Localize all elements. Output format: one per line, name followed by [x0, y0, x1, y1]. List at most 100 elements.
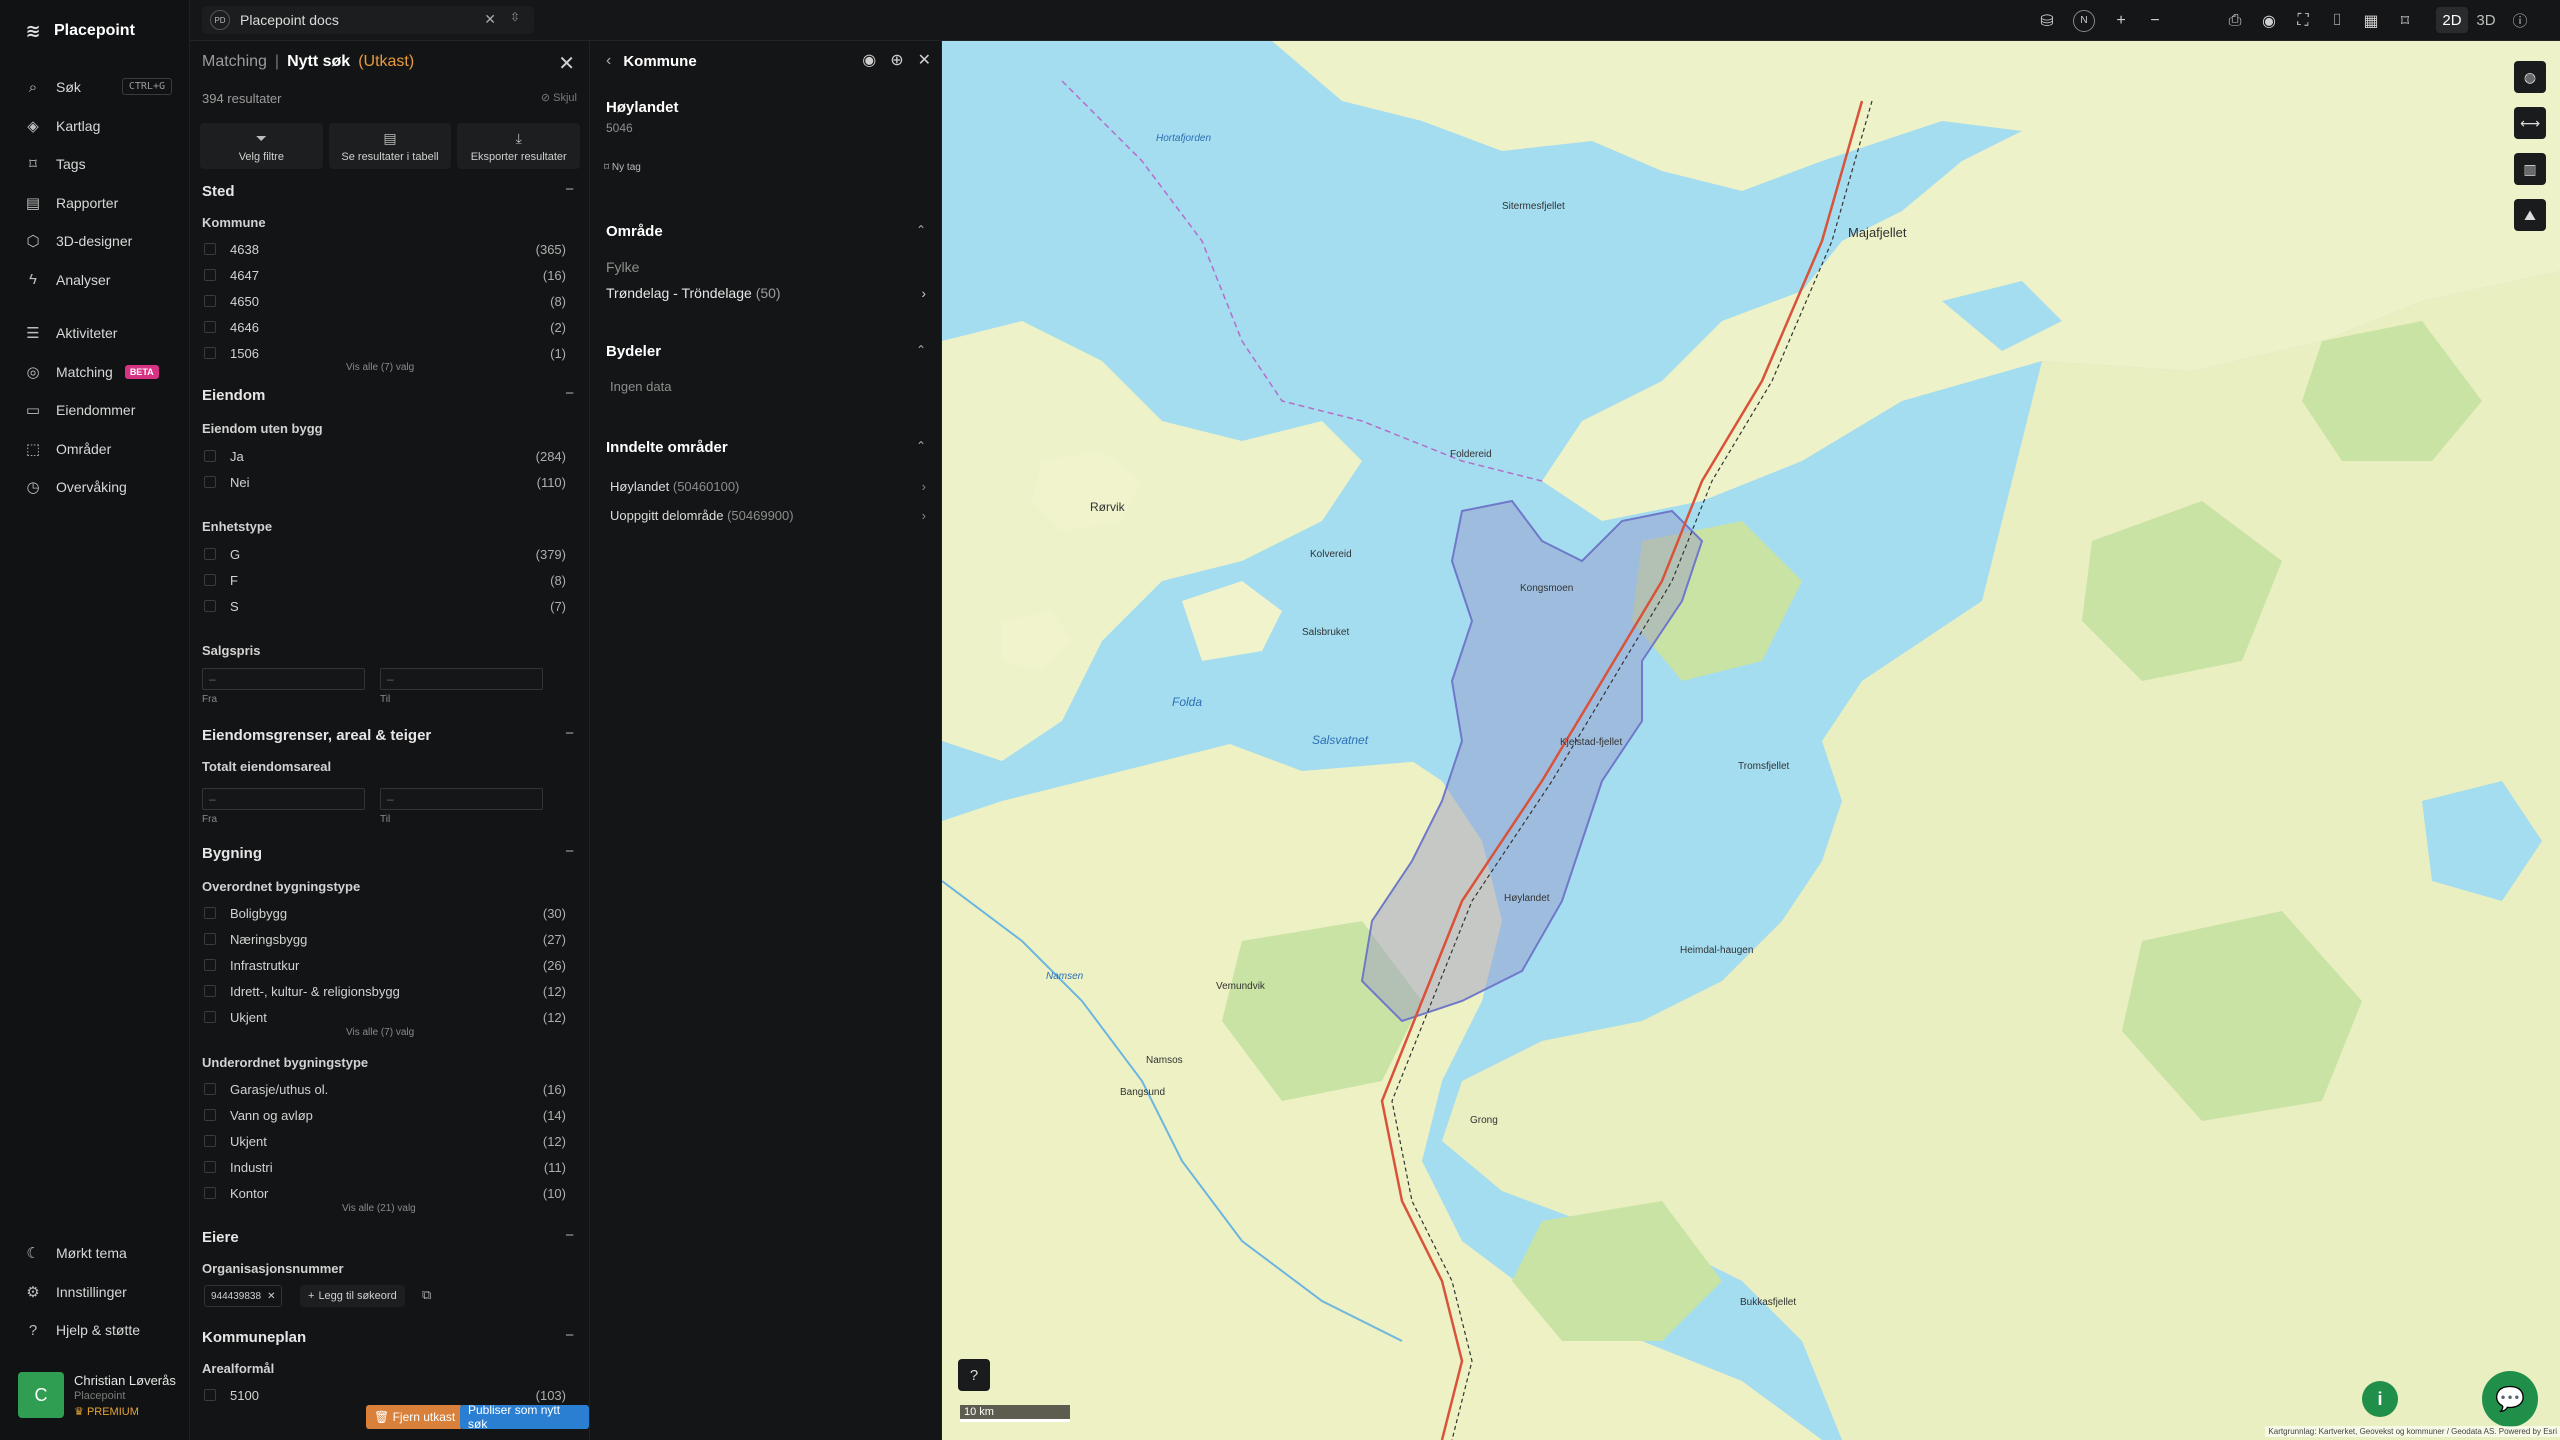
collapse-icon[interactable]: −	[565, 1327, 574, 1344]
option-row[interactable]: 4650 (8)	[204, 291, 566, 311]
option-row[interactable]: Ukjent (12)	[204, 1007, 566, 1027]
publish-search-button[interactable]: Publiser som nytt søk	[460, 1403, 589, 1431]
checkbox[interactable]	[204, 600, 216, 612]
close-icon[interactable]: ✕	[558, 51, 575, 76]
collapse-icon[interactable]: −	[565, 725, 574, 742]
view-table-button[interactable]: ▤ Se resultater i tabell	[328, 123, 452, 169]
section-grenser[interactable]: Eiendomsgrenser, areal & teiger −	[202, 725, 578, 744]
chevron-updown-icon[interactable]: ⇳	[510, 10, 520, 24]
option-row[interactable]: G (379)	[204, 544, 566, 564]
ruler-tool-button[interactable]: ⟷	[2514, 107, 2546, 139]
areal-to-input[interactable]: –	[380, 788, 543, 810]
option-row[interactable]: Kontor (10)	[204, 1183, 566, 1203]
sidebar-item-settings[interactable]: ⚙ Innstillinger	[0, 1273, 190, 1312]
option-row[interactable]: F (8)	[204, 570, 566, 590]
section-inndelte[interactable]: Inndelte områder ⌃	[606, 439, 926, 456]
list-item[interactable]: Høylandet (50460100) ›	[610, 479, 926, 494]
checkbox[interactable]	[204, 933, 216, 945]
option-row[interactable]: Infrastrutkur (26)	[204, 955, 566, 975]
section-bydeler[interactable]: Bydeler ⌃	[606, 343, 926, 360]
checkbox[interactable]	[204, 1083, 216, 1095]
document-tab[interactable]: PD Placepoint docs ✕ ⇳	[202, 6, 534, 34]
option-row[interactable]: 4646 (2)	[204, 317, 566, 337]
keyword-chip[interactable]: 944439838 ✕	[204, 1285, 283, 1307]
section-omrade[interactable]: Område ⌃	[606, 223, 926, 240]
breadcrumb[interactable]: Matching	[202, 53, 267, 71]
sidebar-item-properties[interactable]: ▭ Eiendommer	[0, 391, 190, 430]
copy-icon[interactable]: ⧉	[422, 1287, 431, 1303]
eye-icon[interactable]: ◉	[862, 50, 876, 70]
grid-icon[interactable]: ▦	[2354, 11, 2388, 31]
option-row[interactable]: 4638 (365)	[204, 239, 566, 259]
option-row[interactable]: Boligbygg (30)	[204, 903, 566, 923]
sidebar-item-tags[interactable]: ⌑ Tags	[0, 145, 190, 184]
zoom-in-icon[interactable]: +	[2104, 12, 2138, 30]
map-view[interactable]: Hortafjorden Sitermesfjellet Majafjellet…	[942, 41, 2560, 1440]
checkbox[interactable]	[204, 959, 216, 971]
option-row[interactable]: Ja (284)	[204, 446, 566, 466]
collapse-icon[interactable]: −	[565, 385, 574, 402]
areal-from-input[interactable]: –	[202, 788, 365, 810]
sidebar-item-reports[interactable]: ▤ Rapporter	[0, 184, 190, 223]
option-row[interactable]: Nei (110)	[204, 472, 566, 492]
checkbox[interactable]	[204, 1389, 216, 1401]
option-row[interactable]: Ukjent (12)	[204, 1131, 566, 1151]
camera-icon[interactable]: ⌷	[2320, 12, 2354, 30]
chat-button[interactable]: 💬	[2482, 1371, 2538, 1427]
option-row[interactable]: Næringsbygg (27)	[204, 929, 566, 949]
sidebar-item-matching[interactable]: ◎ Matching BETA	[0, 353, 190, 392]
show-all-link[interactable]: Vis alle (7) valg	[346, 1027, 414, 1038]
chart-tool-button[interactable]: ▥	[2514, 153, 2546, 185]
sidebar-item-analyses[interactable]: ϟ Analyser	[0, 261, 190, 300]
layers-stack-icon[interactable]: ⛁	[2030, 11, 2064, 31]
checkbox[interactable]	[204, 1187, 216, 1199]
new-tag-button[interactable]: ⌑ Ny tag	[604, 162, 641, 173]
bookmark-icon[interactable]: ⌑	[2388, 11, 2422, 31]
collapse-icon[interactable]: −	[565, 181, 574, 198]
compass-button[interactable]: N	[2064, 9, 2104, 32]
option-row[interactable]: Garasje/uthus ol. (16)	[204, 1079, 566, 1099]
option-row[interactable]: 5100 (103)	[204, 1385, 566, 1405]
close-icon[interactable]: ✕	[267, 1291, 275, 1302]
mode-2d-button[interactable]: 2D	[2436, 7, 2468, 33]
checkbox[interactable]	[204, 574, 216, 586]
section-eiere[interactable]: Eiere −	[202, 1227, 578, 1246]
info-icon[interactable]: ⓘ	[2504, 7, 2536, 33]
chevron-up-icon[interactable]: ⌃	[916, 223, 926, 237]
sidebar-item-search[interactable]: ⌕ Søk CTRL+G	[0, 68, 190, 107]
checkbox[interactable]	[204, 1161, 216, 1173]
section-sted[interactable]: Sted −	[202, 181, 578, 200]
zoom-out-icon[interactable]: −	[2138, 12, 2172, 30]
checkbox[interactable]	[204, 450, 216, 462]
hide-button[interactable]: ⊘ Skjul	[541, 91, 577, 104]
salgspris-to-input[interactable]: –	[380, 668, 543, 690]
sidebar-item-areas[interactable]: ⬚ Områder	[0, 430, 190, 469]
checkbox[interactable]	[204, 269, 216, 281]
option-row[interactable]: 1506 (1)	[204, 343, 566, 363]
remove-draft-button[interactable]: 🗑 Fjern utkast	[366, 1405, 464, 1429]
close-icon[interactable]: ✕	[484, 11, 496, 28]
print-icon[interactable]: ⎙	[2218, 12, 2252, 30]
sidebar-item-layers[interactable]: ◈ Kartlag	[0, 107, 190, 146]
checkbox[interactable]	[204, 985, 216, 997]
checkbox[interactable]	[204, 1109, 216, 1121]
checkbox[interactable]	[204, 295, 216, 307]
section-bygning[interactable]: Bygning −	[202, 843, 578, 862]
option-row[interactable]: S (7)	[204, 596, 566, 616]
sidebar-item-help[interactable]: ? Hjelp & støtte	[0, 1311, 190, 1350]
checkbox[interactable]	[204, 1135, 216, 1147]
fullscreen-icon[interactable]: ⛶	[2286, 12, 2320, 30]
option-row[interactable]: Vann og avløp (14)	[204, 1105, 566, 1125]
checkbox[interactable]	[204, 548, 216, 560]
eye-icon[interactable]: ◉	[2252, 11, 2286, 31]
show-all-link[interactable]: Vis alle (7) valg	[346, 362, 414, 373]
crosshair-icon[interactable]: ⊕	[890, 50, 903, 70]
sidebar-item-monitoring[interactable]: ◷ Overvåking	[0, 468, 190, 507]
back-icon[interactable]: ‹	[606, 52, 611, 70]
checkbox[interactable]	[204, 321, 216, 333]
checkbox[interactable]	[204, 476, 216, 488]
option-row[interactable]: Idrett-, kultur- & religionsbygg (12)	[204, 981, 566, 1001]
show-all-link[interactable]: Vis alle (21) valg	[342, 1203, 416, 1214]
option-row[interactable]: 4647 (16)	[204, 265, 566, 285]
add-keyword-button[interactable]: + Legg til søkeord	[300, 1285, 405, 1307]
